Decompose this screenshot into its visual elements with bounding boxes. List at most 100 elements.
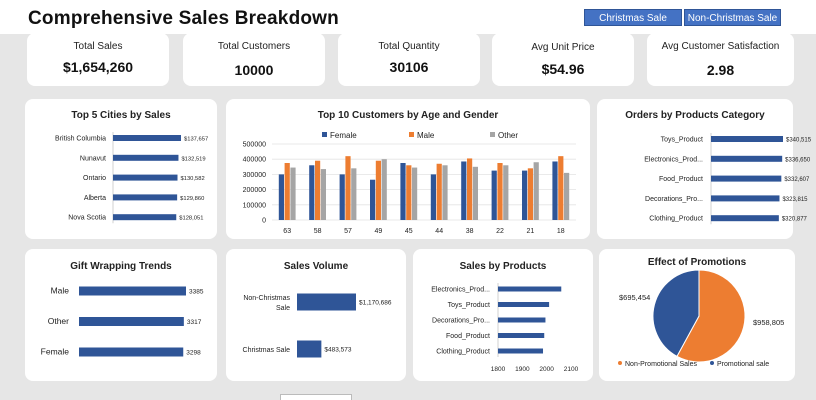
data-label: $958,805 — [753, 318, 784, 327]
sales-by-products-chart: Electronics_Prod... Toys_Product Decoratio… — [431, 283, 579, 373]
legend-label: Promotional sale — [717, 361, 769, 368]
bar-3 — [711, 175, 782, 182]
x-tick-label: 22 — [496, 228, 504, 235]
category-label: Alberta — [84, 195, 106, 202]
value-label: $483,573 — [324, 347, 351, 354]
value-label: $128,051 — [179, 216, 203, 222]
y-tick-label: 0 — [262, 218, 266, 225]
bar-female-18 — [552, 161, 558, 220]
bar-male-21 — [527, 168, 533, 220]
bar-3 — [498, 317, 546, 323]
value-label: $132,519 — [181, 156, 205, 162]
y-tick-label: 100000 — [243, 202, 266, 209]
bar-female-22 — [491, 170, 497, 220]
x-tick-label: 44 — [435, 228, 443, 235]
category-label: Clothing_Product — [649, 216, 703, 223]
bar-male-44 — [436, 163, 442, 220]
kpi-label: Avg Unit Price — [531, 42, 595, 53]
bar-female-21 — [522, 170, 528, 220]
value-label: $137,657 — [184, 137, 208, 143]
bar-5 — [113, 214, 177, 221]
slicer-christmas-sale[interactable]: Christmas Sale — [584, 9, 682, 26]
legend-label: Non-Promotional Sales — [625, 361, 697, 368]
slicer-non-christmas-sale[interactable]: Non-Christmas Sale — [684, 9, 781, 26]
y-tick-label: 300000 — [243, 172, 266, 179]
kpi-value: 2.98 — [706, 62, 735, 78]
category-label: Other — [48, 316, 69, 326]
x-tick-label: 1800 — [491, 366, 506, 373]
bar-5 — [711, 215, 779, 222]
legend-label: Female — [330, 131, 357, 140]
bar-female-49 — [370, 179, 376, 220]
x-tick-label: 63 — [283, 228, 291, 235]
x-tick-label: 57 — [344, 228, 352, 235]
kpi-label: Total Customers — [217, 41, 291, 52]
kpi-card-total-sales: Total Sales $1,654,260 — [27, 33, 169, 86]
kpi-card-total-customers: Total Customers 10000 — [183, 33, 325, 86]
gift-wrapping-chart: Male 3385 Other 3317 Female 3298 — [41, 286, 204, 357]
legend-swatch-male — [409, 132, 414, 137]
bar-1 — [297, 293, 356, 311]
value-label: $336,650 — [785, 157, 811, 163]
category-label: Clothing_Product — [436, 349, 490, 356]
data-label: $695,454 — [619, 293, 650, 302]
bar-other-49 — [381, 159, 387, 220]
bar-male-38 — [467, 158, 473, 220]
bar-other-63 — [290, 167, 296, 220]
x-tick-label: 49 — [375, 228, 383, 235]
value-label: $340,515 — [786, 138, 812, 144]
value-label: 3317 — [187, 319, 202, 326]
category-label: Food_Product — [446, 333, 490, 340]
bar-other-38 — [472, 166, 478, 220]
category-label: Electronics_Prod... — [431, 287, 490, 294]
dashboard-title: Comprehensive Sales Breakdown — [28, 8, 339, 29]
x-tick-label: 18 — [557, 228, 565, 235]
chart-card-promotions: Effect of Promotions $958,805 $695,454 Non… — [599, 249, 795, 381]
category-label: Electronics_Prod... — [644, 156, 703, 163]
category-label: Nunavut — [80, 155, 106, 162]
kpi-card-avg-unit-price: Avg Unit Price $54.96 — [492, 33, 634, 86]
category-label: Ontario — [83, 175, 106, 182]
chart-card-top-cities: Top 5 Cities by Sales British Columbia $1… — [25, 99, 217, 239]
y-tick-label: 500000 — [243, 142, 266, 149]
bar-1 — [498, 286, 562, 292]
category-label: Toys_Product — [661, 137, 703, 144]
kpi-value: 10000 — [234, 62, 274, 78]
bar-male-58 — [315, 160, 321, 220]
bar-male-45 — [406, 165, 412, 220]
bar-other-58 — [320, 169, 326, 220]
kpi-value: $1,654,260 — [62, 59, 134, 75]
kpi-label: Total Sales — [73, 41, 123, 52]
category-label: Sale — [276, 305, 290, 312]
kpi-card-avg-customer-satisfaction: Avg Customer Satisfaction 2.98 — [647, 33, 794, 86]
promotions-pie-chart: $958,805 $695,454 Non-Promotional Sales Pro… — [618, 269, 784, 368]
value-label: 3298 — [186, 350, 201, 357]
legend-label: Male — [417, 131, 435, 140]
bar-other-18 — [564, 172, 570, 220]
legend-label: Other — [498, 131, 518, 140]
bar-female-38 — [461, 161, 467, 220]
category-label: Female — [41, 347, 70, 357]
top-customers-chart: 500000 400000 300000 200000 100000 0 63 58 57 49 4… — [243, 131, 576, 235]
bar-1 — [711, 136, 783, 142]
bar-3 — [113, 174, 178, 181]
legend-swatch-promotional — [710, 361, 714, 365]
category-label: Non-Christmas — [243, 295, 290, 302]
bar-2 — [711, 155, 783, 162]
x-tick-label: 2100 — [564, 366, 579, 373]
bar-female-57 — [339, 174, 345, 220]
bar-male-63 — [284, 163, 290, 220]
x-tick-label: 38 — [466, 228, 474, 235]
bar-2 — [498, 302, 550, 307]
chart-card-product-category: Orders by Products Category Toys_Product… — [597, 99, 812, 239]
value-label: $320,877 — [782, 217, 808, 223]
bar-4 — [498, 333, 545, 338]
category-label: British Columbia — [55, 136, 106, 143]
bar-other-22 — [503, 165, 509, 220]
sales-volume-chart: Non-Christmas Sale $1,170,686 Christmas Sal… — [243, 293, 392, 358]
category-label: Food_Product — [659, 176, 703, 183]
x-tick-label: 21 — [527, 228, 535, 235]
chart-card-sales-by-products: Sales by Products Electronics_Prod... Toy… — [413, 249, 593, 381]
sheet-tab[interactable] — [280, 394, 352, 400]
kpi-label: Avg Customer Satisfaction — [661, 41, 780, 52]
